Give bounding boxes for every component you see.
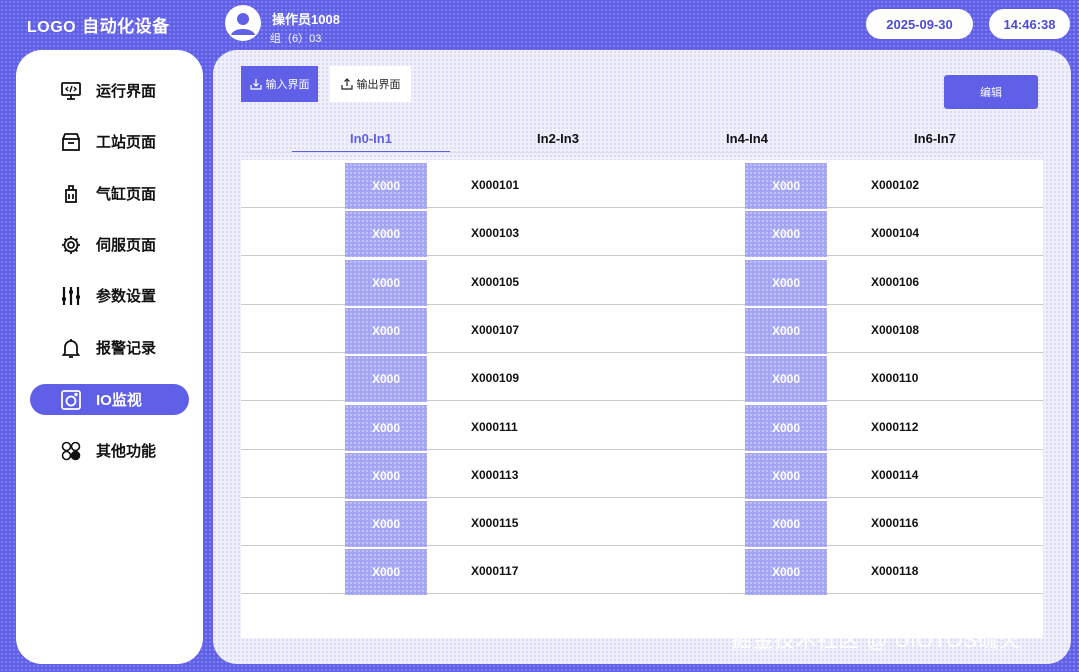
cylinder-icon [60, 183, 82, 205]
io-point-label: X000112 [871, 420, 919, 434]
download-icon [249, 79, 262, 90]
io-status-badge[interactable]: X000 [745, 260, 827, 306]
sidebar-item-label: 运行界面 [96, 83, 157, 100]
io-point-label: X000115 [471, 516, 519, 530]
logo-text: LOGO [27, 19, 77, 36]
box-icon [60, 131, 82, 153]
table-row: X000 X000113 X000 X000114 [241, 450, 1043, 499]
sidebar-item-run[interactable]: 运行界面 [30, 75, 189, 106]
time-display: 14:46:38 [989, 9, 1070, 39]
user-icon [231, 13, 255, 35]
io-point-label: X000113 [471, 468, 519, 482]
upload-icon [340, 78, 353, 90]
system-title: 自动化设备 [82, 17, 170, 36]
io-status-badge[interactable]: X000 [345, 405, 427, 451]
sidebar-item-servo[interactable]: 伺服页面 [30, 229, 189, 260]
sidebar-item-cylinder[interactable]: 气缸页面 [30, 178, 189, 209]
io-point-label: X000102 [871, 178, 920, 192]
io-status-badge[interactable]: X000 [745, 405, 827, 451]
logo: LOGO 自动化设备 [27, 12, 170, 37]
avatar[interactable] [225, 5, 261, 41]
table-row: X000 X000117 X000 X000118 [241, 546, 1043, 595]
table-row: X000 X000101 X000 X000102 [241, 160, 1043, 209]
io-point-label: X000108 [871, 323, 920, 337]
gear-icon [60, 234, 82, 256]
io-status-badge[interactable]: X000 [745, 308, 827, 354]
output-view-label: 输出界面 [356, 79, 401, 91]
tab-in6-in7[interactable]: In6-In7 [856, 126, 1014, 150]
sidebar-item-label: 气缸页面 [96, 186, 157, 203]
io-status-badge[interactable]: X000 [345, 549, 427, 595]
sidebar-item-io-monitor[interactable]: IO监视 [30, 384, 189, 415]
table-row: X000 X000105 X000 X000106 [241, 257, 1043, 306]
user-group: 组（6）03 [270, 33, 322, 45]
io-status-badge[interactable]: X000 [345, 211, 427, 257]
io-status-badge[interactable]: X000 [345, 260, 427, 306]
io-point-label: X000106 [871, 275, 920, 289]
table-row: X000 X000107 X000 X000108 [241, 305, 1043, 354]
io-status-badge[interactable]: X000 [745, 163, 827, 209]
sidebar-item-other[interactable]: 其他功能 [30, 435, 189, 466]
io-point-label: X000118 [871, 564, 919, 578]
tab-in4-in4[interactable]: In4-In4 [668, 126, 826, 150]
io-point-label: X000103 [471, 226, 520, 240]
monitor-code-icon [60, 80, 82, 102]
io-point-label: X000111 [471, 420, 518, 434]
watermark: 掘金技术社区 @ UIOTOS硫火 [731, 629, 1021, 652]
main-panel: 输入界面 输出界面 编辑 In0-In1 In2-In3 In4-In4 In6… [213, 50, 1071, 664]
io-status-badge[interactable]: X000 [345, 453, 427, 499]
sidebar-item-label: 参数设置 [96, 288, 157, 305]
table-row: X000 X000111 X000 X000112 [241, 402, 1043, 451]
io-point-label: X000104 [871, 226, 920, 240]
table-row: X000 X000103 X000 X000104 [241, 208, 1043, 257]
io-status-badge[interactable]: X000 [745, 501, 827, 547]
tab-in2-in3[interactable]: In2-In3 [479, 126, 637, 150]
camera-icon [60, 389, 82, 411]
table-row: X000 X000109 X000 X000110 [241, 353, 1043, 402]
bell-icon [60, 337, 82, 359]
sidebar-item-label: IO监视 [96, 392, 142, 409]
output-view-button[interactable]: 输出界面 [330, 66, 411, 102]
io-status-badge[interactable]: X000 [345, 308, 427, 354]
table-row: X000 X000115 X000 X000116 [241, 498, 1043, 547]
sidebar-item-label: 工站页面 [96, 134, 157, 151]
io-point-label: X000117 [471, 564, 519, 578]
edit-button[interactable]: 编辑 [944, 75, 1038, 109]
io-status-badge[interactable]: X000 [745, 453, 827, 499]
input-view-label: 输入界面 [265, 79, 310, 91]
io-point-label: X000105 [471, 275, 520, 289]
io-point-label: X000109 [471, 371, 520, 385]
io-point-label: X000101 [471, 178, 520, 192]
io-point-label: X000110 [871, 371, 919, 385]
io-point-label: X000107 [471, 323, 520, 337]
io-status-badge[interactable]: X000 [345, 356, 427, 402]
date-display: 2025-09-30 [866, 9, 973, 39]
io-status-badge[interactable]: X000 [745, 549, 827, 595]
io-table: X000 X000101 X000 X000102 X000 X000103 X000 X00… [241, 160, 1043, 638]
tab-in0-in1[interactable]: In0-In1 [292, 126, 450, 153]
sidebar-item-station[interactable]: 工站页面 [30, 126, 189, 157]
input-view-button[interactable]: 输入界面 [241, 66, 318, 102]
io-status-badge[interactable]: X000 [345, 501, 427, 547]
sidebar-item-alarm[interactable]: 报警记录 [30, 332, 189, 363]
sliders-icon [60, 285, 82, 307]
tab-divider [241, 152, 1043, 153]
sidebar: 运行界面 工站页面 气缸页面 伺服页面 参数设置 报警记录 IO监视 其他功能 [16, 50, 203, 664]
user-name: 操作员1008 [272, 12, 340, 27]
sidebar-item-label: 报警记录 [96, 340, 157, 357]
io-point-label: X000116 [871, 516, 919, 530]
io-status-badge[interactable]: X000 [745, 211, 827, 257]
sidebar-item-label: 伺服页面 [96, 237, 157, 254]
sidebar-item-label: 其他功能 [96, 443, 157, 460]
io-status-badge[interactable]: X000 [345, 163, 427, 209]
sidebar-item-params[interactable]: 参数设置 [30, 280, 189, 311]
io-point-label: X000114 [871, 468, 919, 482]
io-status-badge[interactable]: X000 [745, 356, 827, 402]
apps-icon [60, 440, 82, 462]
